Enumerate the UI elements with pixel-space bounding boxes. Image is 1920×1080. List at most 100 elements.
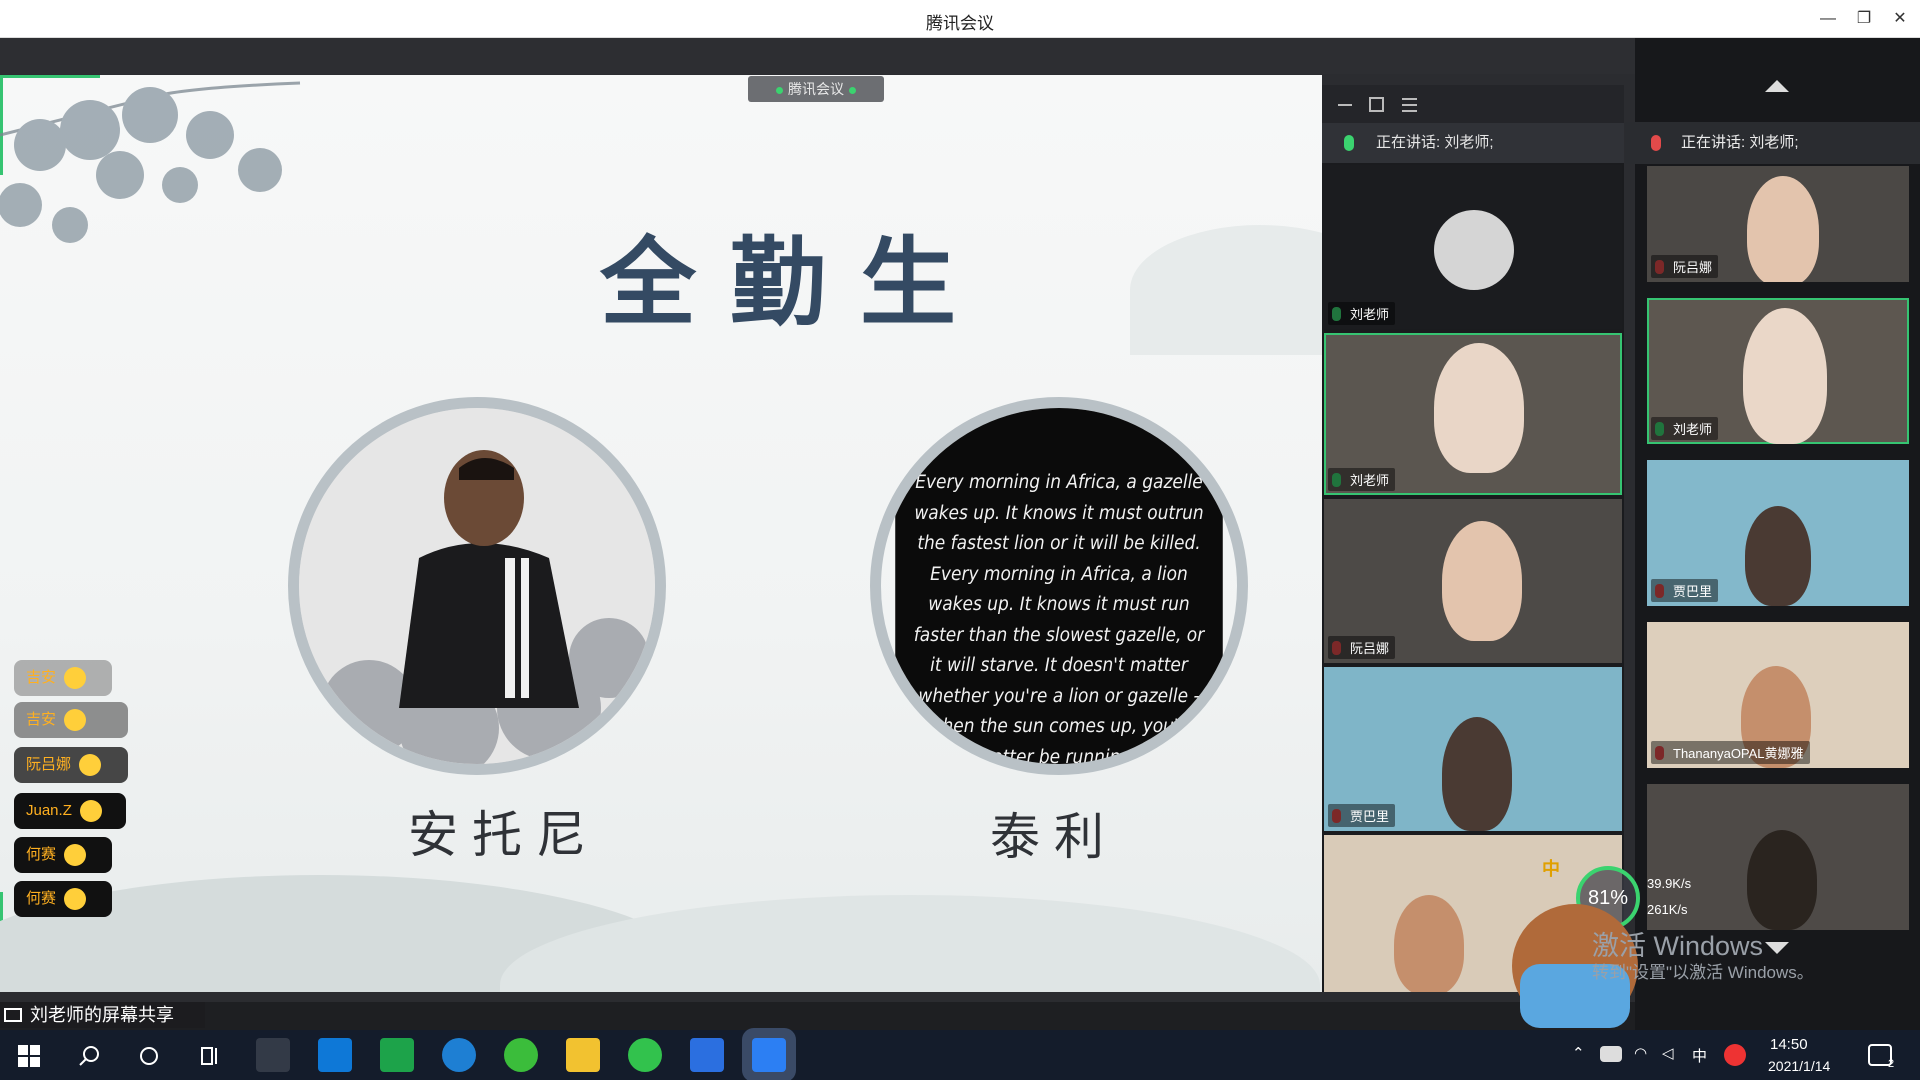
mountain-decoration bbox=[500, 895, 1320, 992]
portrait-tyler: Every morning in Africa, a gazelle wakes… bbox=[870, 397, 1248, 775]
minimize-button[interactable]: — bbox=[1810, 4, 1846, 34]
portrait-photo bbox=[299, 408, 655, 764]
gallery-sidebar: 正在讲话: 刘老师; 阮吕娜 刘老师 贾巴里 ThananyaOPAL黄娜雅 3… bbox=[1625, 38, 1920, 1040]
title-bar: 腾讯会议 — ❐ ✕ bbox=[0, 0, 1920, 38]
video-tile[interactable]: 刘老师 bbox=[1324, 333, 1622, 495]
participant-video bbox=[1743, 308, 1827, 444]
scroll-up-icon[interactable] bbox=[1765, 80, 1789, 92]
mountain-decoration bbox=[1130, 225, 1322, 355]
screen-share-icon bbox=[4, 1008, 22, 1022]
video-tile[interactable]: 阮吕娜 bbox=[1324, 499, 1622, 663]
reaction-item: 何赛 bbox=[14, 837, 112, 873]
video-tile[interactable]: 贾巴里 bbox=[1647, 460, 1909, 606]
task-view-icon[interactable] bbox=[198, 1045, 222, 1067]
clock-time[interactable]: 14:50 bbox=[1770, 1036, 1808, 1053]
meeting-stage: 全勤生 安托尼 Every morning in Africa, a gazel… bbox=[0, 38, 1635, 1002]
battery-icon[interactable] bbox=[1600, 1046, 1622, 1062]
stage-toolbar bbox=[0, 38, 1635, 74]
video-tile[interactable]: 刘老师 bbox=[1324, 165, 1622, 329]
network-download: 261K/s bbox=[1647, 902, 1688, 917]
minimize-icon bbox=[1338, 104, 1352, 106]
mic-icon bbox=[1344, 135, 1354, 151]
clap-icon bbox=[79, 754, 102, 777]
participant-video bbox=[1747, 830, 1817, 930]
reaction-name: 阮吕娜 bbox=[26, 756, 72, 773]
participant-video bbox=[1394, 895, 1464, 992]
panel-controls bbox=[1338, 97, 1417, 112]
media-player-icon[interactable] bbox=[380, 1038, 414, 1072]
panel-header bbox=[1322, 85, 1624, 123]
status-dot-icon bbox=[849, 86, 856, 94]
tencent-meeting-icon[interactable] bbox=[752, 1038, 786, 1072]
restore-icon bbox=[1369, 97, 1384, 112]
signal-icon bbox=[776, 86, 783, 94]
store-icon[interactable] bbox=[256, 1038, 290, 1072]
participant-name: 刘老师 bbox=[1328, 302, 1396, 325]
search-icon[interactable] bbox=[78, 1045, 100, 1067]
video-tile[interactable]: 阮吕娜 bbox=[1647, 166, 1909, 282]
reaction-name: Juan.Z bbox=[26, 802, 72, 819]
name-right: 泰利 bbox=[990, 808, 1118, 866]
reaction-item: 何赛 bbox=[14, 881, 112, 917]
reaction-name: 何赛 bbox=[26, 890, 57, 907]
participant-video bbox=[1442, 521, 1522, 641]
wechat-icon[interactable] bbox=[628, 1038, 662, 1072]
participant-video bbox=[1745, 506, 1811, 606]
reaction-name: 何赛 bbox=[26, 846, 57, 863]
shared-slide: 全勤生 安托尼 Every morning in Africa, a gazel… bbox=[0, 75, 1322, 992]
reaction-item: 阮吕娜 bbox=[14, 747, 128, 783]
floating-video-panel: 正在讲话: 刘老师; 刘老师 刘老师 阮吕娜 贾巴里 中 bbox=[1322, 85, 1624, 992]
share-indicator-label: 腾讯会议 bbox=[788, 81, 844, 97]
windows-start-icon[interactable] bbox=[18, 1045, 40, 1067]
taskbar: ⌃ ◠ ◁ 中 14:50 2021/1/14 2 bbox=[0, 1030, 1920, 1080]
participant-video bbox=[1747, 176, 1819, 282]
avatar bbox=[1434, 210, 1514, 290]
participant-name: ThananyaOPAL黄娜雅 bbox=[1651, 741, 1810, 764]
participant-name: 刘老师 bbox=[1651, 417, 1719, 440]
video-tile[interactable]: 贾巴里 bbox=[1324, 667, 1622, 831]
speaking-indicator: 正在讲话: 刘老师; bbox=[1625, 122, 1920, 164]
name-left: 安托尼 bbox=[408, 806, 600, 864]
mic-muted-icon bbox=[1651, 135, 1661, 151]
mail-icon[interactable] bbox=[318, 1038, 352, 1072]
notification-count: 2 bbox=[1888, 1058, 1895, 1070]
participant-name: 阮吕娜 bbox=[1328, 636, 1396, 659]
scroll-down-icon[interactable] bbox=[1765, 942, 1789, 954]
share-indicator[interactable]: 腾讯会议 bbox=[748, 76, 884, 102]
screenshare-status: 刘老师的屏幕共享 bbox=[0, 1002, 205, 1028]
quote-text: Every morning in Africa, a gazelle wakes… bbox=[895, 408, 1223, 764]
clap-icon bbox=[64, 667, 87, 690]
reaction-name: 吉安 bbox=[26, 669, 57, 686]
browser-icon[interactable] bbox=[504, 1038, 538, 1072]
speaking-indicator: 正在讲话: 刘老师; bbox=[1322, 123, 1624, 163]
close-button[interactable]: ✕ bbox=[1882, 4, 1918, 34]
wifi-icon[interactable]: ◠ bbox=[1634, 1044, 1647, 1062]
participant-name: 阮吕娜 bbox=[1651, 255, 1719, 278]
tree-branch-decoration bbox=[0, 81, 301, 243]
clap-icon bbox=[64, 709, 87, 732]
file-explorer-icon[interactable] bbox=[566, 1038, 600, 1072]
cortana-icon[interactable] bbox=[138, 1045, 160, 1067]
reaction-item: 吉安 bbox=[14, 660, 112, 696]
maximize-button[interactable]: ❐ bbox=[1846, 4, 1882, 34]
slide-title: 全勤生 bbox=[600, 226, 990, 339]
window-title: 腾讯会议 bbox=[926, 14, 994, 33]
ime-indicator[interactable]: 中 bbox=[1692, 1045, 1707, 1066]
participant-name: 贾巴里 bbox=[1328, 804, 1396, 827]
video-tile[interactable]: ThananyaOPAL黄娜雅 bbox=[1647, 622, 1909, 768]
internet-explorer-icon[interactable] bbox=[442, 1038, 476, 1072]
participant-video bbox=[1442, 717, 1512, 831]
video-tile[interactable]: 刘老师 bbox=[1647, 298, 1909, 444]
tray-chevron-icon[interactable]: ⌃ bbox=[1572, 1044, 1585, 1062]
participant-name: 刘老师 bbox=[1328, 468, 1396, 491]
participant-name: 贾巴里 bbox=[1651, 579, 1719, 602]
clap-icon bbox=[64, 844, 87, 867]
sogou-ime-icon[interactable] bbox=[1724, 1044, 1746, 1066]
clap-icon bbox=[79, 800, 102, 823]
clock-date[interactable]: 2021/1/14 bbox=[1768, 1058, 1830, 1074]
activation-watermark-detail: 转到"设置"以激活 Windows。 bbox=[1592, 963, 1814, 982]
wps-icon[interactable] bbox=[690, 1038, 724, 1072]
reaction-item: 吉安 bbox=[14, 702, 128, 738]
clap-icon bbox=[64, 888, 87, 911]
volume-icon[interactable]: ◁ bbox=[1662, 1044, 1674, 1062]
